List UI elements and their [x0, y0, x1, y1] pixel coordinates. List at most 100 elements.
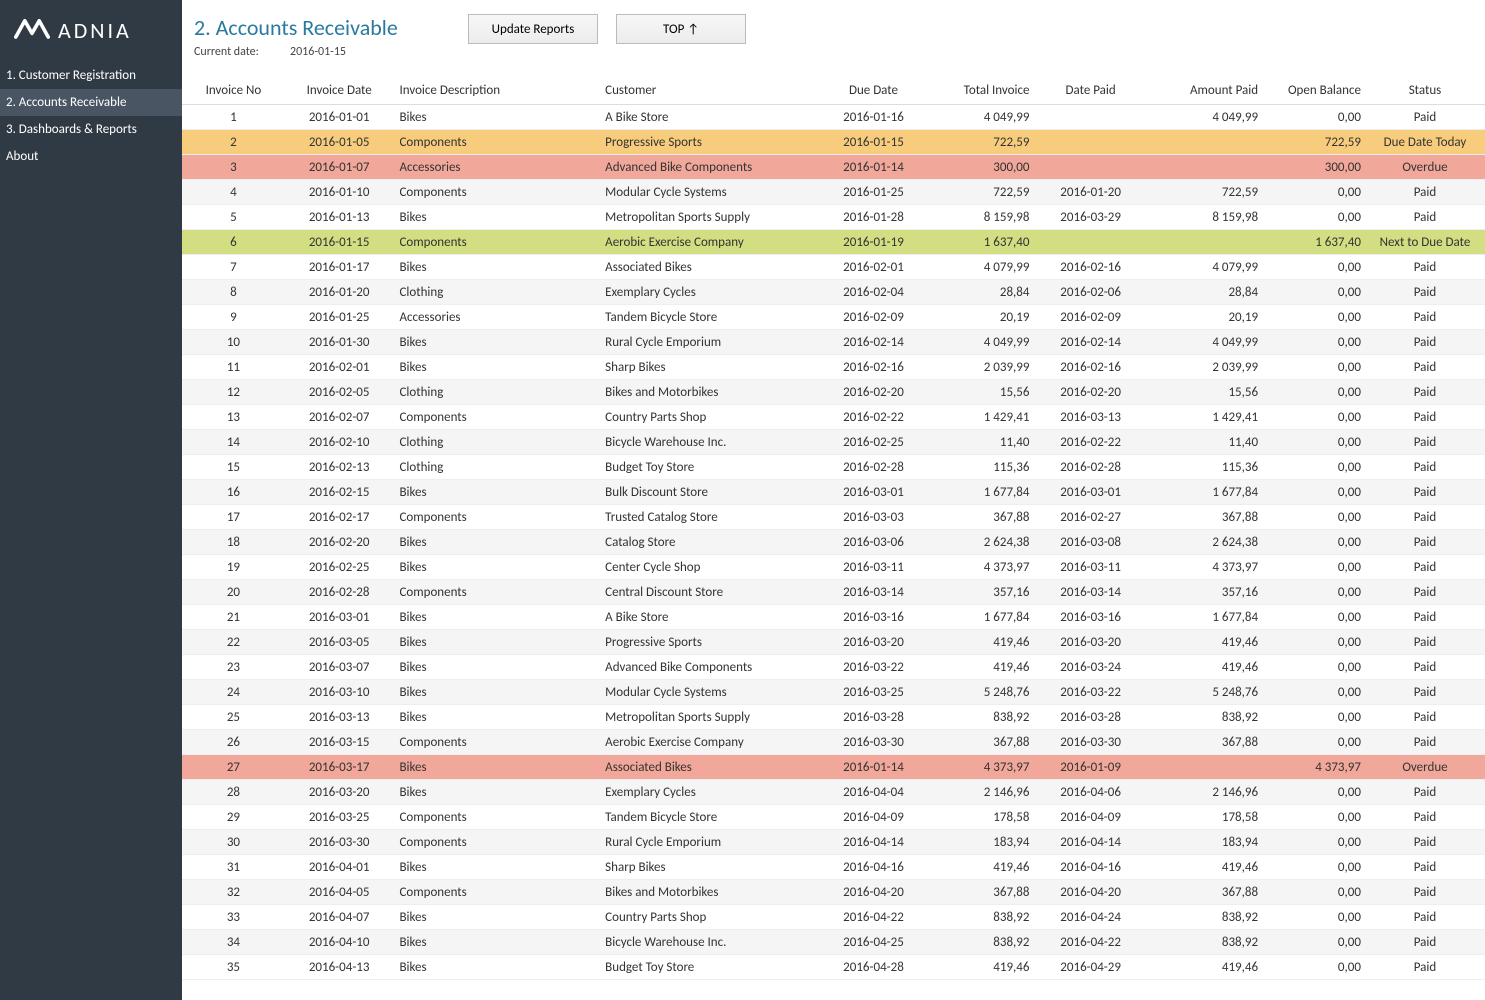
cell: 4 373,97 — [1148, 555, 1262, 580]
table-row[interactable]: 182016-02-20BikesCatalog Store2016-03-06… — [182, 530, 1485, 555]
table-row[interactable]: 162016-02-15BikesBulk Discount Store2016… — [182, 480, 1485, 505]
table-row[interactable]: 32016-01-07AccessoriesAdvanced Bike Comp… — [182, 155, 1485, 180]
cell: 0,00 — [1262, 280, 1365, 305]
cell: Components — [393, 130, 599, 155]
cell: 10 — [182, 330, 285, 355]
cell: Paid — [1365, 380, 1485, 405]
cell: Components — [393, 405, 599, 430]
cell: Due Date Today — [1365, 130, 1485, 155]
table-row[interactable]: 252016-03-13BikesMetropolitan Sports Sup… — [182, 705, 1485, 730]
cell: 8 159,98 — [925, 205, 1034, 230]
cell: 2016-02-01 — [822, 255, 925, 280]
table-row[interactable]: 322016-04-05ComponentsBikes and Motorbik… — [182, 880, 1485, 905]
cell: Paid — [1365, 605, 1485, 630]
cell: 4 049,99 — [1148, 330, 1262, 355]
cell: 2016-02-25 — [822, 430, 925, 455]
cell: 2016-04-25 — [822, 930, 925, 955]
table-row[interactable]: 202016-02-28ComponentsCentral Discount S… — [182, 580, 1485, 605]
cell: 21 — [182, 605, 285, 630]
cell: 2016-01-13 — [285, 205, 394, 230]
table-row[interactable]: 192016-02-25BikesCenter Cycle Shop2016-0… — [182, 555, 1485, 580]
cell: 2016-03-11 — [822, 555, 925, 580]
table-row[interactable]: 52016-01-13BikesMetropolitan Sports Supp… — [182, 205, 1485, 230]
cell: Aerobic Exercise Company — [599, 730, 822, 755]
table-row[interactable]: 92016-01-25AccessoriesTandem Bicycle Sto… — [182, 305, 1485, 330]
table-row[interactable]: 72016-01-17BikesAssociated Bikes2016-02-… — [182, 255, 1485, 280]
table-row[interactable]: 212016-03-01BikesA Bike Store2016-03-161… — [182, 605, 1485, 630]
cell: Bikes — [393, 255, 599, 280]
cell: Paid — [1365, 805, 1485, 830]
cell: 2016-01-25 — [822, 180, 925, 205]
table-row[interactable]: 242016-03-10BikesModular Cycle Systems20… — [182, 680, 1485, 705]
cell: 2016-03-08 — [1033, 530, 1147, 555]
cell: Overdue — [1365, 155, 1485, 180]
cell: 2016-04-13 — [285, 955, 394, 980]
table-row[interactable]: 272016-03-17BikesAssociated Bikes2016-01… — [182, 755, 1485, 780]
cell: 1 429,41 — [1148, 405, 1262, 430]
cell: Bikes — [393, 655, 599, 680]
cell: Metropolitan Sports Supply — [599, 205, 822, 230]
nav-item-1[interactable]: 2. Accounts Receivable — [0, 89, 182, 116]
cell: 2016-03-15 — [285, 730, 394, 755]
nav-item-0[interactable]: 1. Customer Registration — [0, 62, 182, 89]
table-row[interactable]: 62016-01-15ComponentsAerobic Exercise Co… — [182, 230, 1485, 255]
table-row[interactable]: 82016-01-20ClothingExemplary Cycles2016-… — [182, 280, 1485, 305]
cell: 838,92 — [1148, 905, 1262, 930]
cell: 14 — [182, 430, 285, 455]
cell: Bikes — [393, 755, 599, 780]
table-row[interactable]: 292016-03-25ComponentsTandem Bicycle Sto… — [182, 805, 1485, 830]
cell: 2 039,99 — [925, 355, 1034, 380]
cell: 8 — [182, 280, 285, 305]
cell: 2016-01-20 — [285, 280, 394, 305]
table-row[interactable]: 332016-04-07BikesCountry Parts Shop2016-… — [182, 905, 1485, 930]
cell: 34 — [182, 930, 285, 955]
cell: 20,19 — [925, 305, 1034, 330]
cell: Bikes — [393, 930, 599, 955]
invoices-table-wrap: Invoice NoInvoice DateInvoice Descriptio… — [182, 77, 1485, 980]
cell: 0,00 — [1262, 405, 1365, 430]
cell: 2 039,99 — [1148, 355, 1262, 380]
table-row[interactable]: 152016-02-13ClothingBudget Toy Store2016… — [182, 455, 1485, 480]
nav-item-3[interactable]: About — [0, 143, 182, 170]
table-row[interactable]: 232016-03-07BikesAdvanced Bike Component… — [182, 655, 1485, 680]
table-row[interactable]: 42016-01-10ComponentsModular Cycle Syste… — [182, 180, 1485, 205]
table-row[interactable]: 12016-01-01BikesA Bike Store2016-01-164 … — [182, 105, 1485, 130]
table-row[interactable]: 352016-04-13BikesBudget Toy Store2016-04… — [182, 955, 1485, 980]
table-row[interactable]: 312016-04-01BikesSharp Bikes2016-04-1641… — [182, 855, 1485, 880]
cell: 2016-04-09 — [822, 805, 925, 830]
cell: Sharp Bikes — [599, 355, 822, 380]
table-row[interactable]: 122016-02-05ClothingBikes and Motorbikes… — [182, 380, 1485, 405]
cell: Bikes — [393, 205, 599, 230]
cell: 4 079,99 — [1148, 255, 1262, 280]
cell: 2016-03-14 — [1033, 580, 1147, 605]
table-body: 12016-01-01BikesA Bike Store2016-01-164 … — [182, 105, 1485, 980]
cell: 2016-01-14 — [822, 755, 925, 780]
cell: Central Discount Store — [599, 580, 822, 605]
cell: 0,00 — [1262, 905, 1365, 930]
table-row[interactable]: 302016-03-30ComponentsRural Cycle Empori… — [182, 830, 1485, 855]
cell: 2016-01-20 — [1033, 180, 1147, 205]
cell: Paid — [1365, 955, 1485, 980]
col-header: Status — [1365, 77, 1485, 105]
cell: 1 677,84 — [1148, 480, 1262, 505]
cell: 26 — [182, 730, 285, 755]
col-header: Open Balance — [1262, 77, 1365, 105]
table-row[interactable]: 112016-02-01BikesSharp Bikes2016-02-162 … — [182, 355, 1485, 380]
nav-item-2[interactable]: 3. Dashboards & Reports — [0, 116, 182, 143]
table-row[interactable]: 102016-01-30BikesRural Cycle Emporium201… — [182, 330, 1485, 355]
cell: Paid — [1365, 630, 1485, 655]
cell: 838,92 — [925, 705, 1034, 730]
table-row[interactable]: 142016-02-10ClothingBicycle Warehouse In… — [182, 430, 1485, 455]
table-row[interactable]: 22016-01-05ComponentsProgressive Sports2… — [182, 130, 1485, 155]
table-row[interactable]: 132016-02-07ComponentsCountry Parts Shop… — [182, 405, 1485, 430]
update-reports-button[interactable]: Update Reports — [468, 14, 598, 44]
top-button[interactable]: TOP ↑ — [616, 14, 746, 44]
cell: 4 373,97 — [1262, 755, 1365, 780]
table-row[interactable]: 222016-03-05BikesProgressive Sports2016-… — [182, 630, 1485, 655]
cell: 1 — [182, 105, 285, 130]
table-row[interactable]: 172016-02-17ComponentsTrusted Catalog St… — [182, 505, 1485, 530]
table-row[interactable]: 262016-03-15ComponentsAerobic Exercise C… — [182, 730, 1485, 755]
cell: Paid — [1365, 330, 1485, 355]
table-row[interactable]: 282016-03-20BikesExemplary Cycles2016-04… — [182, 780, 1485, 805]
table-row[interactable]: 342016-04-10BikesBicycle Warehouse Inc.2… — [182, 930, 1485, 955]
